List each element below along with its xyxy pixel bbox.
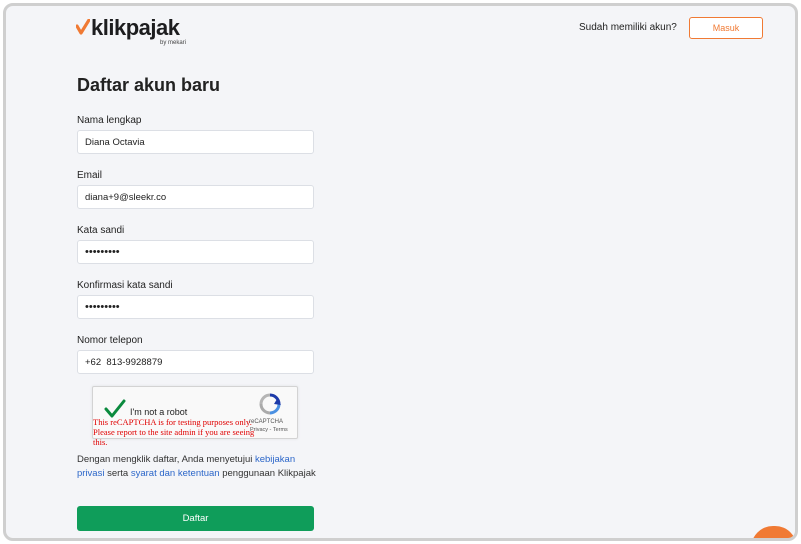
terms-conditions-link[interactable]: syarat dan ketentuan xyxy=(131,468,220,479)
terms-prefix: Dengan mengklik daftar, Anda menyetujui xyxy=(77,454,255,465)
browser-frame: klikpajak by mekari Sudah memiliki akun?… xyxy=(3,3,798,541)
recaptcha-label: I'm not a robot xyxy=(130,407,188,417)
email-label: Email xyxy=(77,170,103,181)
login-button[interactable]: Masuk xyxy=(689,17,763,39)
confirm-password-input[interactable] xyxy=(77,295,314,319)
check-logo-icon xyxy=(76,19,90,35)
terms-text: Dengan mengklik daftar, Anda menyetujui … xyxy=(77,453,322,481)
password-label: Kata sandi xyxy=(77,225,125,236)
checkmark-icon[interactable] xyxy=(104,399,126,419)
password-input[interactable] xyxy=(77,240,314,264)
full-name-label: Nama lengkap xyxy=(77,115,142,126)
terms-middle: serta xyxy=(104,468,131,479)
terms-suffix: penggunaan Klikpajak xyxy=(219,468,316,479)
have-account-text: Sudah memiliki akun? xyxy=(579,22,677,33)
email-input[interactable] xyxy=(77,185,314,209)
logo-subtitle: by mekari xyxy=(160,40,187,46)
confirm-password-label: Konfirmasi kata sandi xyxy=(77,280,173,291)
klikpajak-logo[interactable]: klikpajak by mekari xyxy=(76,15,196,50)
recaptcha-test-warning: This reCAPTCHA is for testing purposes o… xyxy=(93,417,255,447)
logo-text: klikpajak xyxy=(91,15,180,40)
recaptcha-logo-icon xyxy=(259,393,281,415)
full-name-input[interactable] xyxy=(77,130,314,154)
register-button[interactable]: Daftar xyxy=(77,506,314,531)
chat-widget-button[interactable] xyxy=(751,526,795,538)
phone-input[interactable] xyxy=(77,350,314,374)
recaptcha-widget: I'm not a robot reCAPTCHA Privacy - Term… xyxy=(92,386,298,447)
phone-label: Nomor telepon xyxy=(77,335,143,346)
page-title: Daftar akun baru xyxy=(77,75,221,95)
